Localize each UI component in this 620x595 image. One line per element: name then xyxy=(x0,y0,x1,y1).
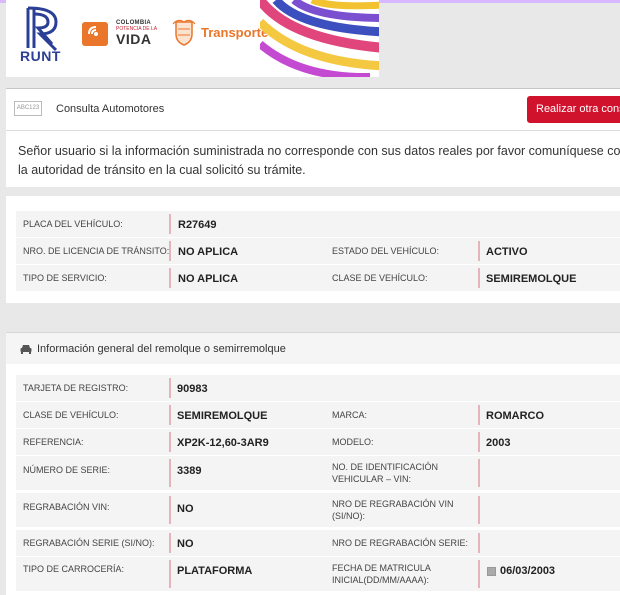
separator xyxy=(478,560,480,588)
separator xyxy=(169,268,171,288)
carroceria-label: TIPO DE CARROCERÍA: xyxy=(23,564,125,574)
referencia-label: REFERENCIA: xyxy=(23,437,84,447)
table-row: TIPO DE SERVICIO: NO APLICA CLASE DE VEH… xyxy=(16,265,620,291)
page-title: Consulta Automotores xyxy=(56,103,165,115)
serie-label: NÚMERO DE SERIE: xyxy=(23,465,111,475)
table-row: REGRABACIÓN VIN: NO NRO DE REGRABACIÓN V… xyxy=(16,493,620,527)
captcha-icon: ABC123 xyxy=(14,101,42,116)
regrab-vin-value: NO xyxy=(177,503,194,515)
nro-regrab-vin-label-line2: (SI/NO): xyxy=(332,511,365,521)
header-banner: RUNT COLOMBIA POTENCIA DE LA VIDA Transp… xyxy=(6,0,379,77)
separator xyxy=(478,432,480,452)
separator xyxy=(169,560,171,588)
separator xyxy=(169,241,171,261)
fecha-label-line1: FECHA DE MATRICULA xyxy=(332,563,431,573)
licencia-label: NRO. DE LICENCIA DE TRÁNSITO: xyxy=(23,246,170,256)
runt-label: RUNT xyxy=(20,48,61,64)
vida-label: VIDA xyxy=(116,31,152,47)
vin-label-line1: NO. DE IDENTIFICACIÓN xyxy=(332,462,439,472)
serie-value: 3389 xyxy=(177,465,202,477)
new-query-button[interactable]: Realizar otra consulta xyxy=(527,96,620,123)
carroceria-value: PLATAFORMA xyxy=(177,565,253,577)
separator xyxy=(169,533,171,553)
referencia-value: XP2K-12,60-3AR9 xyxy=(177,437,269,449)
servicio-value: NO APLICA xyxy=(178,273,239,285)
separator xyxy=(169,459,171,487)
clase-value: SEMIREMOLQUE xyxy=(486,273,577,285)
separator xyxy=(478,268,480,288)
separator xyxy=(478,496,480,524)
separator xyxy=(169,432,171,452)
transporte-label: Transporte xyxy=(201,25,269,40)
table-row: TIPO DE CARROCERÍA: PLATAFORMA FECHA DE … xyxy=(16,557,620,591)
marca-value: ROMARCO xyxy=(486,410,545,422)
placa-value: R27649 xyxy=(178,219,217,231)
licencia-value: NO APLICA xyxy=(178,246,239,258)
vehicle-summary-card: PLACA DEL VEHÍCULO: R27649 NRO. DE LICEN… xyxy=(6,196,620,303)
separator xyxy=(169,378,171,398)
decorative-waves xyxy=(260,0,379,77)
tarjeta-value: 90983 xyxy=(177,383,208,395)
table-row: REGRABACIÓN SERIE (SI/NO): NO NRO DE REG… xyxy=(16,530,620,556)
section-header[interactable]: Información general del remolque o semir… xyxy=(6,332,620,364)
regrab-vin-label: REGRABACIÓN VIN: xyxy=(23,502,110,512)
separator xyxy=(478,241,480,261)
regrab-serie-label: REGRABACIÓN SERIE (SI/NO): xyxy=(23,538,155,548)
query-toolbar: ABC123 Consulta Automotores Realizar otr… xyxy=(6,88,620,130)
table-row: CLASE DE VEHÍCULO: SEMIREMOLQUE MARCA: R… xyxy=(16,402,620,428)
table-row: NRO. DE LICENCIA DE TRÁNSITO: NO APLICA … xyxy=(16,238,620,264)
notice-text: Señor usuario si la información suminist… xyxy=(18,144,620,177)
servicio-label: TIPO DE SERVICIO: xyxy=(23,273,107,283)
separator xyxy=(169,214,171,234)
placa-label: PLACA DEL VEHÍCULO: xyxy=(23,219,123,229)
section-title: Información general del remolque o semir… xyxy=(37,343,286,355)
colombia-potencia-icon xyxy=(82,22,108,46)
separator xyxy=(478,533,480,553)
notice-panel: Señor usuario si la información suminist… xyxy=(6,130,620,187)
vin-label-line2: VEHICULAR – VIN: xyxy=(332,474,412,484)
coat-of-arms-icon xyxy=(172,19,196,46)
estado-label: ESTADO DEL VEHÍCULO: xyxy=(332,246,440,256)
fecha-label-line2: INICIAL(DD/MM/AAAA): xyxy=(332,575,430,585)
estado-value: ACTIVO xyxy=(486,246,528,258)
tarjeta-label: TARJETA DE REGISTRO: xyxy=(23,383,129,393)
modelo-label: MODELO: xyxy=(332,437,374,447)
separator xyxy=(169,496,171,524)
table-row: REFERENCIA: XP2K-12,60-3AR9 MODELO: 2003 xyxy=(16,429,620,455)
separator xyxy=(169,405,171,425)
regrab-serie-value: NO xyxy=(177,538,194,550)
car-icon xyxy=(20,345,32,354)
fecha-value: 06/03/2003 xyxy=(500,565,556,577)
nro-regrab-vin-label-line1: NRO DE REGRABACIÓN VIN xyxy=(332,499,454,509)
table-row: PLACA DEL VEHÍCULO: R27649 xyxy=(16,211,620,237)
table-row: TARJETA DE REGISTRO: 90983 xyxy=(16,375,620,401)
nro-regrab-serie-label: NRO DE REGRABACIÓN SERIE: xyxy=(332,538,469,548)
modelo-value: 2003 xyxy=(486,437,511,449)
clase-label: CLASE DE VEHÍCULO: xyxy=(332,273,428,283)
marca-label: MARCA: xyxy=(332,410,368,420)
separator xyxy=(478,459,480,487)
trailer-info-card: Información general del remolque o semir… xyxy=(6,332,620,595)
clase-value: SEMIREMOLQUE xyxy=(177,410,268,422)
calendar-icon xyxy=(487,567,496,576)
separator xyxy=(478,405,480,425)
table-row: NÚMERO DE SERIE: 3389 NO. DE IDENTIFICAC… xyxy=(16,456,620,490)
clase-label: CLASE DE VEHÍCULO: xyxy=(23,410,119,420)
